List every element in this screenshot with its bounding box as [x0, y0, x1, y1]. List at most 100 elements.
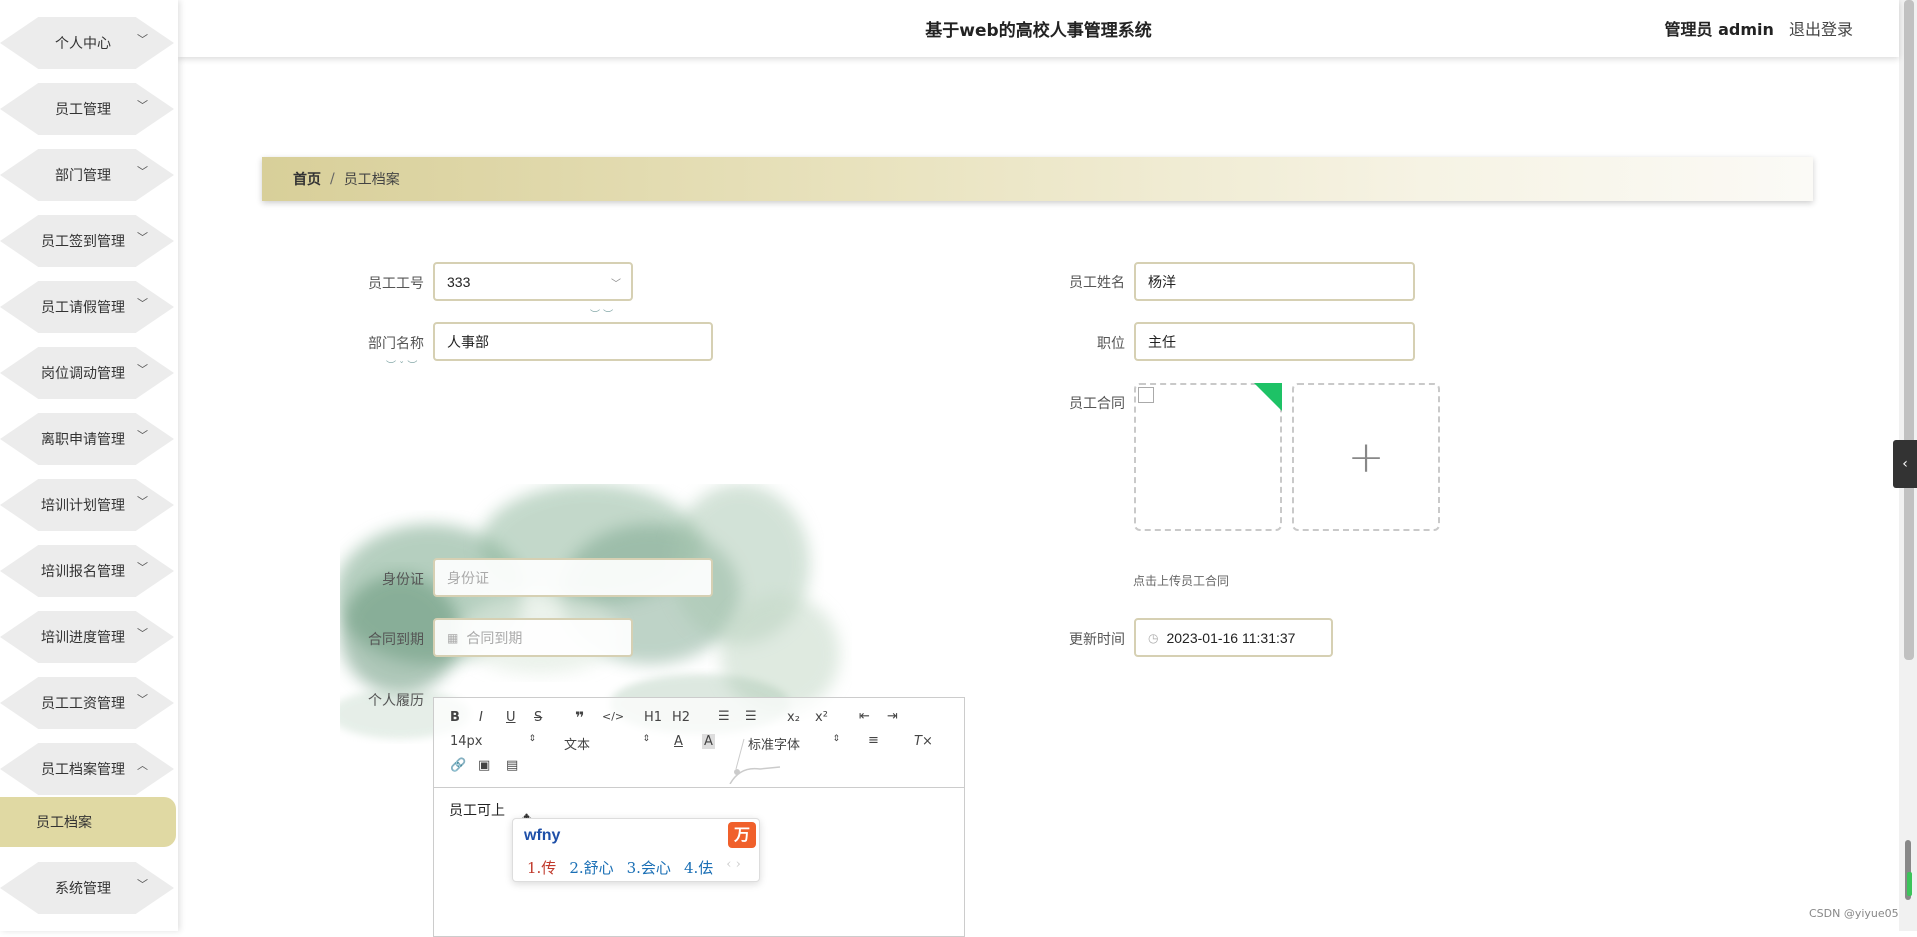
video-icon[interactable]: ▤ — [506, 758, 518, 773]
sidebar-item[interactable]: 员工请假管理 ﹀ — [0, 281, 174, 333]
chevron-down-icon: ﹀ — [137, 297, 148, 310]
chevron-down-icon: ﹀ — [137, 627, 148, 640]
ime-candidate[interactable]: 4.佉 — [684, 857, 713, 878]
ime-candidates: 1.传 2.舒心 3.会心 4.佉 ‹ › — [527, 857, 741, 878]
sidebar-item[interactable]: 培训报名管理 ﹀ — [0, 545, 174, 597]
plus-icon: + — [1347, 431, 1385, 483]
align-icon[interactable]: ≡ — [868, 733, 879, 748]
subscript-icon[interactable]: x₂ — [787, 710, 800, 725]
bullet-list-icon[interactable]: ☰ — [745, 709, 757, 724]
image-icon[interactable]: ▣ — [478, 758, 490, 773]
outdent-icon[interactable]: ⇤ — [859, 709, 870, 724]
chevron-down-icon: ﹀ — [137, 363, 148, 376]
sidebar-item[interactable]: 员工签到管理 ﹀ — [0, 215, 174, 267]
sidebar-item[interactable]: 岗位调动管理 ﹀ — [0, 347, 174, 399]
chevron-down-icon: ﹀ — [137, 878, 148, 891]
h1-icon[interactable]: H1 — [644, 710, 662, 725]
sidebar-item-label: 个人中心 — [55, 36, 111, 52]
sidebar-item[interactable]: 员工档案管理 ︿ — [0, 743, 174, 795]
italic-icon[interactable]: I — [479, 710, 483, 725]
sidebar: 个人中心 ﹀ 员工管理 ﹀ 部门管理 ﹀ 员工签到管理 ﹀ 员工请假管理 ﹀ 岗位调动管理 ﹀ 离职申请… — [0, 0, 178, 931]
bird-decoration: ︶ ˇ ︶ — [386, 361, 418, 372]
background-color-icon[interactable]: A — [702, 734, 715, 749]
sidebar-item[interactable]: 培训进度管理 ﹀ — [0, 611, 174, 663]
updated-time-label: 更新时间 — [1069, 632, 1125, 648]
superscript-icon[interactable]: x² — [815, 710, 828, 725]
clear-format-icon[interactable]: T× — [914, 734, 933, 749]
updated-time-value: 2023-01-16 11:31:37 — [1166, 629, 1296, 646]
bold-icon[interactable]: B — [450, 710, 460, 725]
sidebar-subitem-employee-archive[interactable]: 员工档案 — [0, 797, 176, 847]
sidebar-item[interactable]: 员工管理 ﹀ — [0, 83, 174, 135]
editor-toolbar: B I U S ❞ </> H1 H2 ☰ ☰ x₂ x² ⇤ ⇥ 14px ⇕… — [434, 698, 964, 788]
department-label: 部门名称 — [368, 336, 424, 352]
sidebar-item[interactable]: 个人中心 ﹀ — [0, 17, 174, 69]
chevron-down-icon: ﹀ — [137, 693, 148, 706]
link-icon[interactable]: 🔗 — [450, 758, 466, 773]
resume-label: 个人履历 — [368, 693, 424, 709]
position-input[interactable]: 主任 — [1134, 322, 1415, 361]
sidebar-item-label: 员工档案管理 — [41, 762, 125, 778]
sidebar-item-label: 岗位调动管理 — [41, 366, 125, 382]
chevron-down-icon: ﹀ — [137, 429, 148, 442]
ime-candidate[interactable]: 3.会心 — [627, 857, 671, 878]
chevron-down-icon: ﹀ — [137, 165, 148, 178]
sidebar-item-label: 培训进度管理 — [41, 630, 125, 646]
header: 基于web的高校人事管理系统 管理员 admin 退出登录 — [178, 0, 1899, 57]
h2-icon[interactable]: H2 — [672, 710, 690, 725]
breadcrumb-current: 员工档案 — [343, 172, 400, 188]
sidebar-item-label: 员工管理 — [55, 102, 111, 118]
select-arrows-icon: ⇕ — [528, 734, 536, 744]
id-card-input[interactable]: 身份证 — [433, 558, 713, 597]
contract-label: 员工合同 — [1069, 396, 1125, 412]
chevron-down-icon: ﹀ — [137, 495, 148, 508]
contract-expiry-datepicker[interactable]: ▦ 合同到期 — [433, 618, 633, 657]
underline-icon[interactable]: U — [506, 710, 516, 725]
ime-input-text: wfny — [524, 827, 561, 844]
strike-icon[interactable]: S — [534, 710, 542, 725]
scroll-thumb[interactable] — [1904, 0, 1914, 660]
contract-file-preview[interactable] — [1134, 383, 1282, 531]
contract-upload-button[interactable]: + — [1292, 383, 1440, 531]
chevron-down-icon: ﹀ — [611, 279, 621, 290]
font-color-icon[interactable]: A — [674, 734, 683, 749]
ime-candidate-popup: wfny 万 1.传 2.舒心 3.会心 4.佉 ‹ › — [512, 818, 760, 882]
editor-content[interactable]: 员工可上 — [449, 800, 505, 820]
updated-time-datepicker[interactable]: ◷ 2023-01-16 11:31:37 — [1134, 618, 1333, 657]
indent-icon[interactable]: ⇥ — [887, 709, 898, 724]
code-block-icon[interactable]: </> — [602, 710, 624, 723]
sidebar-item[interactable]: 员工工资管理 ﹀ — [0, 677, 174, 729]
sidebar-item[interactable]: 系统管理 ﹀ — [0, 862, 174, 914]
mini-scroll-marker — [1907, 872, 1912, 896]
sidebar-item[interactable]: 离职申请管理 ﹀ — [0, 413, 174, 465]
sidebar-item-label: 部门管理 — [55, 168, 111, 184]
employee-name-label: 员工姓名 — [1069, 275, 1125, 291]
clock-icon: ◷ — [1148, 630, 1159, 645]
font-family-select[interactable]: 标准字体 ⇕ — [748, 734, 840, 753]
logout-link[interactable]: 退出登录 — [1789, 20, 1853, 39]
sidebar-item[interactable]: 部门管理 ﹀ — [0, 149, 174, 201]
chevron-down-icon: ﹀ — [137, 231, 148, 244]
ime-candidate[interactable]: 1.传 — [527, 857, 556, 878]
sidebar-item-label: 培训计划管理 — [41, 498, 125, 514]
employee-no-value: 333 — [447, 273, 471, 290]
sidebar-item-label: 离职申请管理 — [41, 432, 125, 448]
resume-editor[interactable]: B I U S ❞ </> H1 H2 ☰ ☰ x₂ x² ⇤ ⇥ 14px ⇕… — [433, 697, 965, 937]
collapse-tab-icon[interactable]: ‹ — [1893, 440, 1917, 488]
ordered-list-icon[interactable]: ☰ — [718, 709, 730, 724]
bird-decoration: ︶ ︶ — [590, 310, 614, 321]
department-input[interactable]: 人事部 — [433, 322, 713, 361]
sidebar-item[interactable]: 培训计划管理 ﹀ — [0, 479, 174, 531]
position-label: 职位 — [1097, 336, 1125, 352]
broken-image-icon — [1138, 387, 1154, 403]
header-select[interactable]: 文本 ⇕ — [564, 734, 650, 753]
breadcrumb-home[interactable]: 首页 — [293, 169, 321, 189]
blockquote-icon[interactable]: ❞ — [575, 708, 584, 727]
ime-page-nav[interactable]: ‹ › — [726, 857, 741, 878]
sidebar-item-label: 员工请假管理 — [41, 300, 125, 316]
chevron-down-icon: ﹀ — [137, 99, 148, 112]
employee-name-input[interactable]: 杨洋 — [1134, 262, 1415, 301]
font-size-select[interactable]: 14px ⇕ — [450, 734, 536, 749]
employee-no-select[interactable]: 333 ﹀ — [433, 262, 633, 301]
ime-candidate[interactable]: 2.舒心 — [569, 857, 613, 878]
